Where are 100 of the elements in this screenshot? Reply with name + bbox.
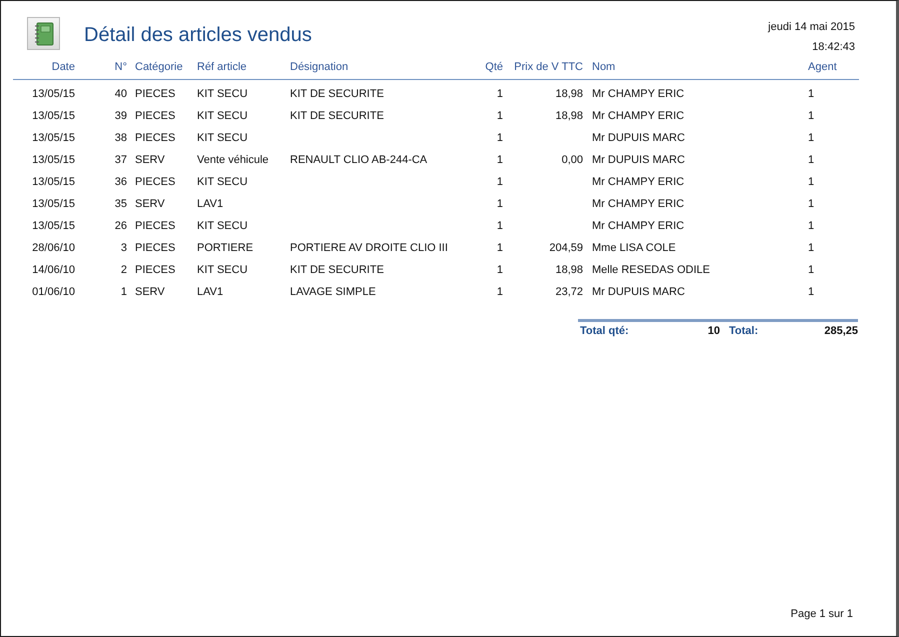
table-cell: Vente véhicule: [197, 154, 269, 166]
table-cell: 13/05/15: [32, 154, 75, 166]
table-cell: 3: [120, 242, 127, 254]
table-cell: 26: [114, 220, 127, 232]
table-cell: KIT SECU: [197, 220, 248, 232]
table-cell: 0,00: [562, 154, 583, 166]
column-header: Date: [52, 61, 75, 73]
table-cell: 1: [808, 198, 814, 210]
table-cell: SERV: [135, 154, 165, 166]
table-cell: LAVAGE SIMPLE: [290, 286, 376, 298]
table-cell: 1: [808, 154, 814, 166]
table-cell: 23,72: [555, 286, 583, 298]
table-cell: PIECES: [135, 132, 176, 144]
table-cell: Mr CHAMPY ERIC: [592, 88, 684, 100]
total-label: Total:: [728, 324, 760, 338]
table-cell: 1: [496, 110, 503, 122]
table-cell: 1: [496, 132, 503, 144]
table-cell: KIT SECU: [197, 132, 248, 144]
column-header: Prix de V TTC: [514, 61, 583, 73]
table-cell: 01/06/10: [32, 286, 75, 298]
table-cell: Mr DUPUIS MARC: [592, 132, 685, 144]
table-cell: Melle RESEDAS ODILE: [592, 264, 710, 276]
table-cell: PORTIERE AV DROITE CLIO III: [290, 242, 448, 254]
table-cell: LAV1: [197, 286, 224, 298]
table-cell: 13/05/15: [32, 88, 75, 100]
table-cell: 1: [496, 286, 503, 298]
table-cell: KIT SECU: [197, 88, 248, 100]
table-cell: Mr CHAMPY ERIC: [592, 220, 684, 232]
table-cell: Mr CHAMPY ERIC: [592, 176, 684, 188]
column-header: Agent: [808, 61, 837, 73]
column-header: Réf article: [197, 61, 247, 73]
table-cell: PIECES: [135, 264, 176, 276]
table-cell: 1: [496, 88, 503, 100]
table-cell: 39: [114, 110, 127, 122]
table-cell: 1: [808, 176, 814, 188]
table-cell: 1: [808, 286, 814, 298]
column-header: Qté: [485, 61, 503, 73]
column-header: Désignation: [290, 61, 348, 73]
table-cell: KIT SECU: [197, 176, 248, 188]
table-cell: PIECES: [135, 176, 176, 188]
table-cell: 1: [496, 154, 503, 166]
column-header: N°: [114, 61, 127, 73]
table-cell: 18,98: [555, 110, 583, 122]
table-cell: KIT DE SECURITE: [290, 264, 384, 276]
table-cell: 18,98: [555, 264, 583, 276]
table-cell: KIT DE SECURITE: [290, 88, 384, 100]
page-number: Page 1 sur 1: [790, 606, 853, 622]
table-cell: KIT DE SECURITE: [290, 110, 384, 122]
table-cell: SERV: [135, 286, 165, 298]
table-cell: 36: [114, 176, 127, 188]
table-cell: Mr DUPUIS MARC: [592, 286, 685, 298]
table-cell: 1: [808, 132, 814, 144]
table-cell: 14/06/10: [32, 264, 75, 276]
table-cell: 204,59: [549, 242, 583, 254]
table-cell: 1: [120, 286, 127, 298]
table-cell: 13/05/15: [32, 110, 75, 122]
table-cell: 13/05/15: [32, 176, 75, 188]
table-cell: 1: [808, 264, 814, 276]
table-cell: 13/05/15: [32, 220, 75, 232]
table-cell: 1: [496, 176, 503, 188]
table-cell: Mr CHAMPY ERIC: [592, 110, 684, 122]
table-cell: PIECES: [135, 110, 176, 122]
column-header: Catégorie: [135, 61, 183, 73]
table-cell: KIT SECU: [197, 264, 248, 276]
table-cell: 28/06/10: [32, 242, 75, 254]
table-cell: SERV: [135, 198, 165, 210]
total-qty-value: 10: [706, 324, 720, 338]
table-cell: PORTIERE: [197, 242, 254, 254]
report-time: 18:42:43: [812, 40, 855, 54]
table-cell: 1: [496, 242, 503, 254]
table-cell: 40: [114, 88, 127, 100]
notebook-icon: [27, 17, 60, 50]
table-cell: PIECES: [135, 220, 176, 232]
table-cell: 1: [496, 220, 503, 232]
table-cell: 18,98: [555, 88, 583, 100]
table-cell: 1: [808, 242, 814, 254]
table-cell: 1: [496, 264, 503, 276]
total-value: 285,25: [824, 324, 858, 338]
table-cell: 37: [114, 154, 127, 166]
table-cell: 1: [808, 88, 814, 100]
table-cell: 35: [114, 198, 127, 210]
table-cell: Mr CHAMPY ERIC: [592, 198, 684, 210]
table-cell: 1: [496, 198, 503, 210]
total-qty-label: Total qté:: [579, 324, 630, 338]
table-cell: LAV1: [197, 198, 224, 210]
table-cell: 13/05/15: [32, 198, 75, 210]
table-cell: 38: [114, 132, 127, 144]
table-cell: RENAULT CLIO AB-244-CA: [290, 154, 428, 166]
table-cell: 1: [808, 220, 814, 232]
table-cell: PIECES: [135, 88, 176, 100]
table-cell: 1: [808, 110, 814, 122]
table-cell: PIECES: [135, 242, 176, 254]
table-cell: 13/05/15: [32, 132, 75, 144]
table-cell: KIT SECU: [197, 110, 248, 122]
column-header: Nom: [592, 61, 616, 73]
table-cell: Mme LISA COLE: [592, 242, 676, 254]
report-date: jeudi 14 mai 2015: [768, 20, 855, 35]
table-cell: 2: [120, 264, 127, 276]
table-cell: Mr DUPUIS MARC: [592, 154, 685, 166]
report-title: Détail des articles vendus: [84, 23, 312, 48]
